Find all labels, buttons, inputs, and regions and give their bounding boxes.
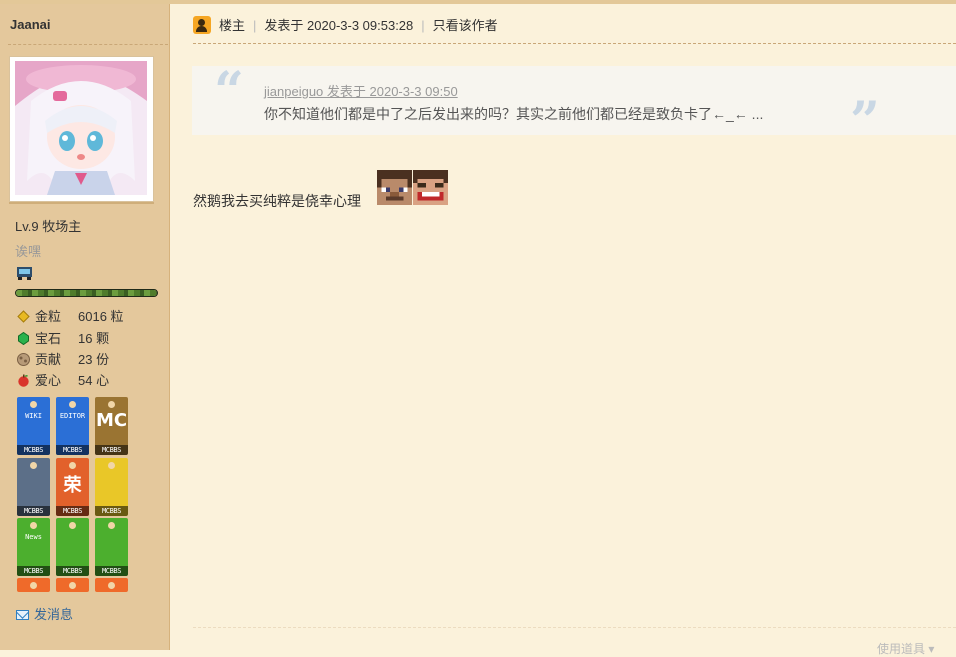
- stat-label: 宝石: [35, 331, 62, 346]
- laughing-face-icon: [413, 170, 448, 205]
- stat-value: 23 份: [78, 352, 110, 367]
- medal-footer: MCBBS: [95, 445, 128, 455]
- medal-partial[interactable]: [56, 578, 89, 592]
- stat-gold: 金粒 6016 粒: [17, 308, 124, 326]
- stat-gem: 宝石 16 颗: [17, 330, 109, 348]
- document-medal[interactable]: MC MCBBS: [95, 397, 128, 455]
- medal-partial[interactable]: [17, 578, 50, 592]
- medal-footer: MCBBS: [17, 566, 50, 576]
- sidebar-divider: [8, 44, 168, 45]
- medal-label: WIKI: [25, 412, 42, 420]
- gold-nugget-icon: [17, 310, 30, 323]
- contribution-icon: [17, 353, 30, 366]
- apple-icon: [17, 374, 30, 387]
- host-label: 楼主: [219, 18, 246, 33]
- medal-label: News: [25, 533, 42, 541]
- news-medal[interactable]: News MCBBS: [17, 518, 50, 576]
- avatar[interactable]: [9, 56, 154, 202]
- post-body: 然鹅我去买纯粹是侥幸心理: [193, 193, 361, 209]
- medal-footer: MCBBS: [17, 506, 50, 516]
- send-message-link[interactable]: 发消息: [16, 604, 73, 623]
- only-author-link[interactable]: 只看该作者: [433, 18, 498, 33]
- send-message-label: 发消息: [34, 607, 74, 622]
- quote-block: “ jianpeiguo 发表于 2020-3-3 09:50 你不知道他们都是…: [192, 61, 956, 148]
- stat-value: 6016 粒: [78, 309, 124, 324]
- villager-medal[interactable]: MCBBS: [95, 458, 128, 516]
- avatar-image: [15, 61, 147, 195]
- stat-value: 16 颗: [78, 331, 110, 346]
- stat-label: 贡献: [35, 352, 62, 367]
- honor-medal[interactable]: 荣 MCBBS: [56, 458, 89, 516]
- host-icon: [193, 16, 211, 34]
- medal-footer: MCBBS: [95, 506, 128, 516]
- stat-label: 金粒: [35, 309, 62, 324]
- medal-footer: MCBBS: [95, 566, 128, 576]
- post-time: 发表于 2020-3-3 09:53:28: [264, 18, 414, 33]
- book-medal[interactable]: MCBBS: [56, 518, 89, 576]
- stat-value: 54 心: [78, 373, 110, 388]
- wiki-medal[interactable]: WIKI MCBBS: [17, 397, 50, 455]
- close-quote-icon: ”: [850, 91, 880, 152]
- bread-medal[interactable]: MCBBS: [17, 458, 50, 516]
- mail-icon: [16, 610, 29, 620]
- medal-label: 荣: [63, 475, 82, 496]
- use-item-button[interactable]: 使用道具 ▾: [877, 640, 934, 657]
- medal-partial[interactable]: [95, 578, 128, 592]
- no-mob-medal[interactable]: MCBBS: [95, 518, 128, 576]
- stat-love: 爱心 54 心: [17, 372, 109, 390]
- medal-label: EDITOR: [59, 412, 86, 420]
- divider: |: [421, 18, 425, 33]
- editor-medal[interactable]: EDITOR MCBBS: [56, 397, 89, 455]
- user-level[interactable]: Lv.9 牧场主: [15, 216, 81, 235]
- divider: |: [253, 18, 257, 33]
- user-sidebar: Jaanai Lv.9 牧场主 诶嘿 金粒 6016 粒 宝石 16 颗 贡献 …: [0, 4, 170, 650]
- quote-author-link[interactable]: jianpeiguo 发表于 2020-3-3 09:50: [264, 81, 458, 100]
- medal-footer: MCBBS: [56, 566, 89, 576]
- custom-title: 诶嘿: [15, 244, 42, 259]
- post-header: 楼主 | 发表于 2020-3-3 09:53:28 | 只看该作者: [193, 14, 498, 38]
- medal-footer: MCBBS: [56, 445, 89, 455]
- username[interactable]: Jaanai: [10, 17, 50, 32]
- emerald-icon: [17, 331, 30, 346]
- steve-face-icon: [377, 170, 412, 205]
- experience-bar: [15, 289, 158, 297]
- open-quote-icon: “: [214, 61, 244, 122]
- medal-footer: MCBBS: [56, 506, 89, 516]
- stat-label: 爱心: [35, 373, 62, 388]
- stat-contribution: 贡献 23 份: [17, 351, 109, 369]
- footer-divider: [193, 627, 956, 628]
- header-divider: [193, 43, 956, 44]
- minecart-badge-icon: [16, 266, 33, 286]
- medal-footer: MCBBS: [17, 445, 50, 455]
- medal-label: MC: [95, 410, 128, 431]
- quote-text: 你不知道他们都是中了之后发出来的吗？其实之前他们都已经是致负卡了←_← ...: [264, 106, 764, 122]
